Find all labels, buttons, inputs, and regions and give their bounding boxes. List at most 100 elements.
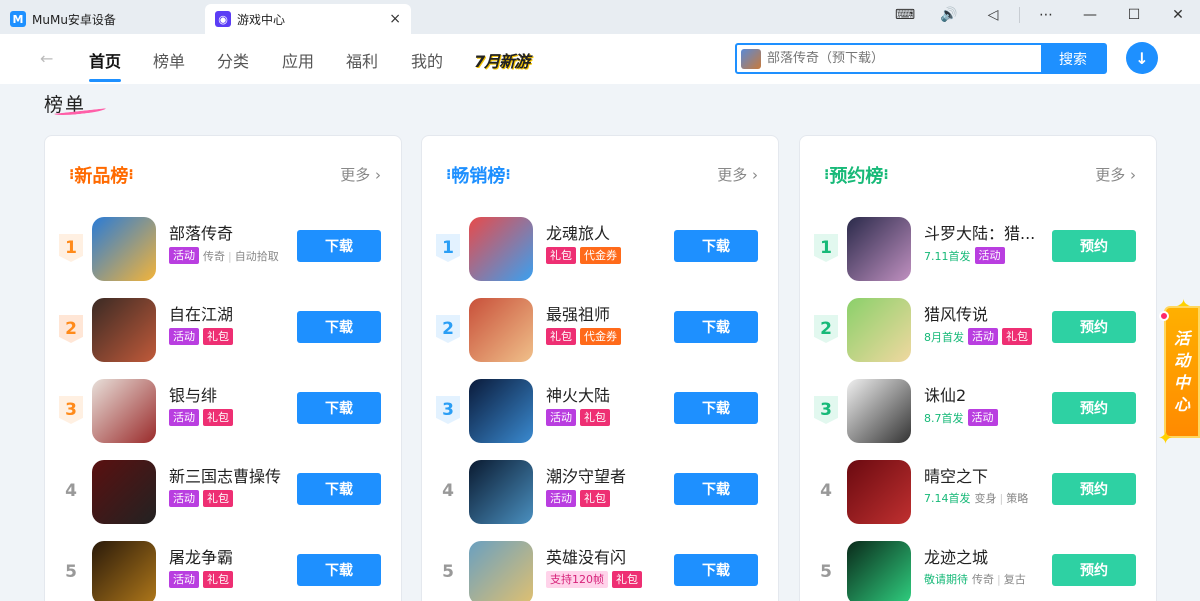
rank-badge: 2: [436, 315, 460, 343]
list-item[interactable]: 2 最强祖师 礼包 代金券 下载: [422, 295, 780, 365]
app-icon[interactable]: [469, 298, 533, 362]
back-arrow-icon[interactable]: ←: [40, 49, 53, 68]
float-char: 活: [1173, 329, 1190, 348]
download-button[interactable]: 下载: [674, 311, 758, 343]
app-name[interactable]: 部落传奇: [169, 220, 294, 244]
card-title-text: 畅销榜: [451, 166, 506, 187]
list-item[interactable]: 1 部落传奇 活动 传奇 | 自动拾取 下载: [45, 214, 403, 284]
tag-badge: 礼包: [203, 328, 233, 345]
list-item[interactable]: 3 银与绯 活动 礼包 下载: [45, 376, 403, 446]
app-tags: 活动 礼包: [546, 409, 614, 426]
nav-item-home[interactable]: 首页: [89, 48, 122, 82]
list-item[interactable]: 4 晴空之下 7.14首发 变身 | 策略 预约: [800, 457, 1158, 527]
app-icon[interactable]: [92, 379, 156, 443]
tab-mumu-device[interactable]: M MuMu安卓设备: [0, 4, 205, 34]
nav-item-categories[interactable]: 分类: [217, 48, 249, 72]
divider: [1019, 7, 1020, 23]
app-icon[interactable]: [847, 541, 911, 601]
download-button[interactable]: 下载: [297, 230, 381, 262]
list-item[interactable]: 2 自在江湖 活动 礼包 下载: [45, 295, 403, 365]
app-icon[interactable]: [847, 379, 911, 443]
app-icon[interactable]: [469, 541, 533, 601]
app-name[interactable]: 龙迹之城: [924, 544, 1049, 568]
download-button[interactable]: 下载: [297, 554, 381, 586]
download-button[interactable]: 下载: [674, 230, 758, 262]
app-name[interactable]: 神火大陆: [546, 382, 671, 406]
more-icon[interactable]: ⋯: [1024, 7, 1068, 23]
download-button[interactable]: 下载: [674, 473, 758, 505]
app-name[interactable]: 银与绯: [169, 382, 294, 406]
download-manager-icon[interactable]: ↓: [1126, 42, 1158, 74]
list-item[interactable]: 4 新三国志曹操传 活动 礼包 下载: [45, 457, 403, 527]
list-item[interactable]: 1 斗罗大陆：猎... 7.11首发 活动 预约: [800, 214, 1158, 284]
nav-item-benefits[interactable]: 福利: [346, 48, 378, 72]
list-item[interactable]: 5 英雄没有闪 支持120帧 礼包 下载: [422, 538, 780, 601]
download-button[interactable]: 下载: [297, 473, 381, 505]
nav-item-rankings[interactable]: 榜单: [153, 48, 185, 72]
keyboard-icon[interactable]: ⌨: [883, 7, 927, 23]
app-icon[interactable]: [469, 379, 533, 443]
rank-badge: 2: [59, 315, 83, 343]
tab-game-center[interactable]: ◉ 游戏中心 ×: [205, 4, 411, 34]
reserve-button[interactable]: 预约: [1052, 230, 1136, 262]
nav-item-apps[interactable]: 应用: [282, 48, 314, 72]
app-name[interactable]: 最强祖师: [546, 301, 671, 325]
app-icon[interactable]: [847, 298, 911, 362]
search-button[interactable]: 搜索: [1041, 45, 1105, 72]
maximize-icon[interactable]: ☐: [1112, 7, 1156, 23]
download-button[interactable]: 下载: [674, 392, 758, 424]
list-item[interactable]: 3 诛仙2 8.7首发 活动 预约: [800, 376, 1158, 446]
search-input[interactable]: [767, 51, 1037, 66]
list-item[interactable]: 4 潮汐守望者 活动 礼包 下载: [422, 457, 780, 527]
notification-dot: [1159, 311, 1169, 321]
app-icon[interactable]: [92, 541, 156, 601]
app-name[interactable]: 斗罗大陆：猎...: [924, 220, 1049, 244]
app-name[interactable]: 龙魂旅人: [546, 220, 671, 244]
app-icon[interactable]: [847, 460, 911, 524]
promo-new-games-logo[interactable]: 7月新游: [474, 48, 530, 72]
app-name[interactable]: 晴空之下: [924, 463, 1049, 487]
more-link[interactable]: 更多 ›: [340, 164, 381, 185]
back-triangle-icon[interactable]: ◁: [971, 7, 1015, 23]
app-tags: 活动 礼包: [169, 490, 237, 507]
app-icon[interactable]: [92, 460, 156, 524]
list-item[interactable]: 2 猎风传说 8月首发 活动 礼包 预约: [800, 295, 1158, 365]
reserve-button[interactable]: 预约: [1052, 554, 1136, 586]
more-link[interactable]: 更多 ›: [1095, 164, 1136, 185]
list-item[interactable]: 5 龙迹之城 敬请期待 传奇 | 复古 预约: [800, 538, 1158, 601]
list-item[interactable]: 3 神火大陆 活动 礼包 下载: [422, 376, 780, 446]
close-tab-icon[interactable]: ×: [389, 11, 401, 27]
app-name[interactable]: 诛仙2: [924, 382, 1049, 406]
activity-center-button[interactable]: 活 动 中 心: [1164, 306, 1200, 438]
download-button[interactable]: 下载: [297, 392, 381, 424]
reserve-button[interactable]: 预约: [1052, 473, 1136, 505]
more-link[interactable]: 更多 ›: [717, 164, 758, 185]
app-name[interactable]: 潮汐守望者: [546, 463, 671, 487]
genre-text: 复古: [1003, 573, 1026, 586]
app-name[interactable]: 自在江湖: [169, 301, 294, 325]
float-char: 中: [1173, 373, 1190, 392]
volume-icon[interactable]: 🔊: [927, 7, 971, 23]
app-icon[interactable]: [469, 217, 533, 281]
reserve-button[interactable]: 预约: [1052, 311, 1136, 343]
download-button[interactable]: 下载: [674, 554, 758, 586]
section-title: 榜单: [44, 90, 107, 117]
app-icon[interactable]: [847, 217, 911, 281]
list-item[interactable]: 1 龙魂旅人 礼包 代金券 下载: [422, 214, 780, 284]
close-window-icon[interactable]: ✕: [1156, 7, 1200, 23]
app-name[interactable]: 屠龙争霸: [169, 544, 294, 568]
reserve-button[interactable]: 预约: [1052, 392, 1136, 424]
card-title: ⁝ 新品榜 ⁝: [69, 162, 134, 188]
download-button[interactable]: 下载: [297, 311, 381, 343]
nav-item-mine[interactable]: 我的: [411, 48, 443, 72]
minimize-icon[interactable]: —: [1068, 7, 1112, 23]
app-icon[interactable]: [469, 460, 533, 524]
list-item[interactable]: 5 屠龙争霸 活动 礼包 下载: [45, 538, 403, 601]
tag-badge: 活动: [169, 409, 199, 426]
app-name[interactable]: 新三国志曹操传: [169, 463, 294, 487]
app-icon[interactable]: [92, 298, 156, 362]
app-name[interactable]: 猎风传说: [924, 301, 1049, 325]
app-name[interactable]: 英雄没有闪: [546, 544, 671, 568]
tag-badge: 活动: [169, 247, 199, 264]
app-icon[interactable]: [92, 217, 156, 281]
